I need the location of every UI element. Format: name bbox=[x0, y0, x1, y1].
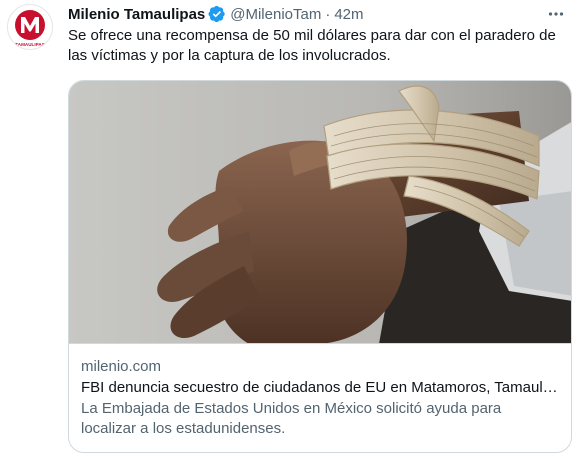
avatar-brand-text: TAMAULIPAS bbox=[15, 42, 44, 47]
link-card[interactable]: milenio.com FBI denuncia secuestro de ci… bbox=[68, 80, 572, 453]
milenio-logo-icon: TAMAULIPAS bbox=[8, 5, 52, 49]
tweet-text: Se ofrece una recompensa de 50 mil dólar… bbox=[68, 27, 556, 64]
separator-dot: · bbox=[325, 5, 331, 23]
card-image[interactable] bbox=[69, 81, 571, 344]
tweet[interactable]: TAMAULIPAS Milenio Tamaulipas @MilenioTa… bbox=[0, 0, 578, 457]
verified-badge-icon bbox=[208, 5, 226, 23]
tweet-header: Milenio Tamaulipas @MilenioTam · 42m bbox=[68, 3, 364, 25]
card-title[interactable]: FBI denuncia secuestro de ciudadanos de … bbox=[81, 378, 559, 398]
card-domain: milenio.com bbox=[81, 358, 162, 375]
timestamp[interactable]: 42m bbox=[334, 6, 363, 23]
card-description: La Embajada de Estados Unidos en México … bbox=[81, 400, 502, 437]
bound-hands-photo bbox=[69, 81, 571, 343]
user-handle[interactable]: @MilenioTam bbox=[230, 6, 321, 23]
more-options-icon[interactable] bbox=[546, 4, 566, 24]
card-body: milenio.com FBI denuncia secuestro de ci… bbox=[69, 344, 571, 439]
display-name[interactable]: Milenio Tamaulipas bbox=[68, 6, 205, 23]
avatar[interactable]: TAMAULIPAS bbox=[7, 4, 53, 50]
